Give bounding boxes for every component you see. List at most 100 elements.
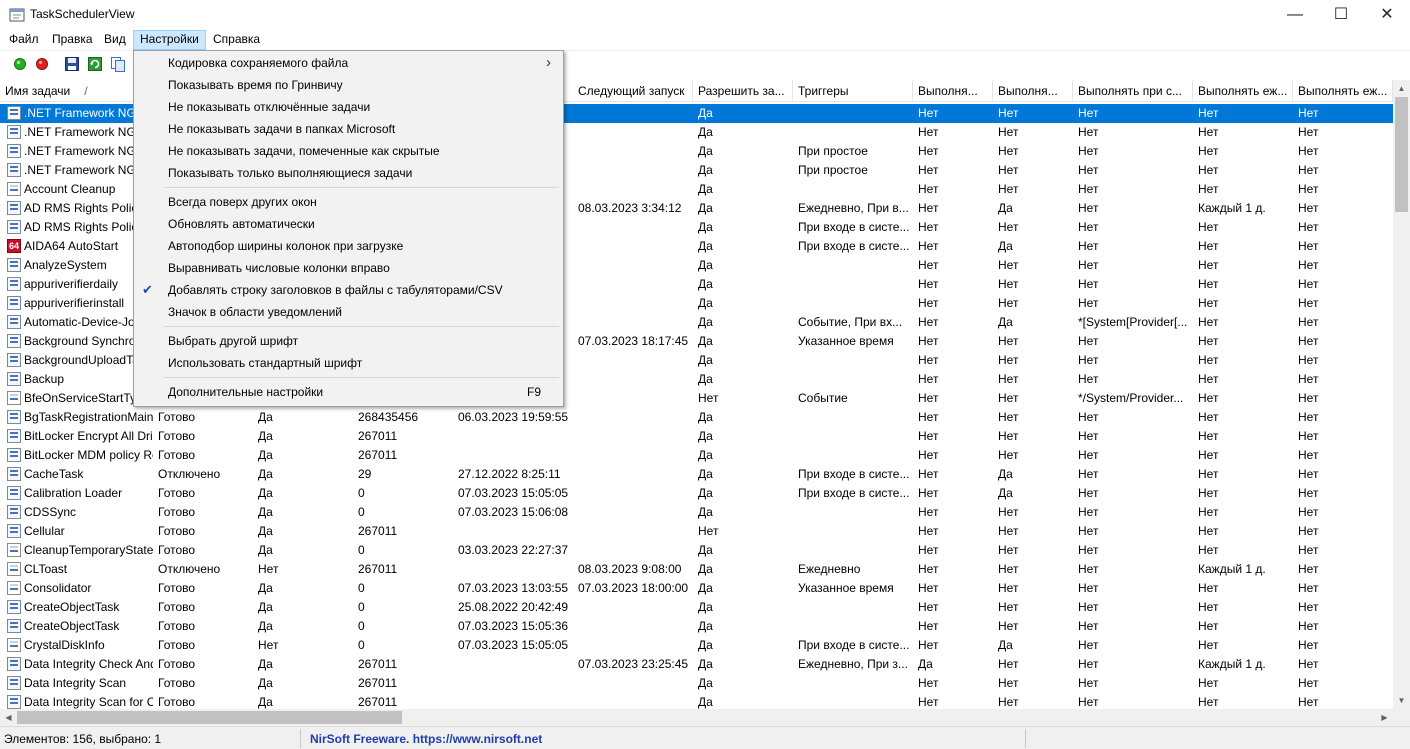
table-row[interactable]: CreateObjectTask Готово Да 0 07.03.2023 15:0…: [0, 617, 1393, 636]
cell-c8: Нет: [918, 144, 939, 158]
table-row[interactable]: CrystalDiskInfo Готово Нет 0 07.03.2023 15:0…: [0, 636, 1393, 655]
column-header-c11[interactable]: Выполнять еж...: [1193, 80, 1293, 102]
cell-next: 07.03.2023 18:00:00: [578, 581, 689, 595]
cell-next: [574, 256, 694, 275]
table-row[interactable]: Consolidator Готово Да 0 07.03.2023 13:03:55…: [0, 579, 1393, 598]
cell-result: 0: [358, 543, 365, 557]
menu-item-auto-size-columns[interactable]: Автоподбор ширины колонок при загрузке: [136, 235, 561, 257]
menu-view[interactable]: Вид: [98, 30, 132, 50]
menu-item-hide-hidden[interactable]: Не показывать задачи, помеченные как скр…: [136, 140, 561, 162]
cell-allow: Да: [698, 334, 713, 348]
cell-c9: Нет: [998, 543, 1019, 557]
cell-c11: Каждый 1 д.: [1198, 657, 1266, 671]
cell-c9: Да: [998, 486, 1013, 500]
menu-help[interactable]: Справка: [207, 30, 266, 50]
menu-item-choose-font[interactable]: Выбрать другой шрифт: [136, 330, 561, 352]
column-header-next-run[interactable]: Следующий запуск: [573, 80, 693, 102]
column-header-allow[interactable]: Разрешить за...: [693, 80, 793, 102]
table-row[interactable]: Data Integrity Scan Готово Да 267011 Да Нет Не…: [0, 674, 1393, 693]
table-row[interactable]: BitLocker Encrypt All Drives Готово Да 2670…: [0, 427, 1393, 446]
cell-c9: Нет: [998, 220, 1019, 234]
column-header-c9[interactable]: Выполня...: [993, 80, 1073, 102]
column-header-c12[interactable]: Выполнять еж...: [1293, 80, 1393, 102]
menu-item-hide-microsoft[interactable]: Не показывать задачи в папках Microsoft: [136, 118, 561, 140]
cell-c12: Нет: [1298, 600, 1319, 614]
cell-triggers: [794, 693, 914, 709]
menu-options[interactable]: Настройки: [133, 30, 206, 50]
maximize-button[interactable]: ☐: [1318, 0, 1364, 30]
horizontal-scroll-thumb[interactable]: [17, 711, 402, 724]
cell-c10: Нет: [1078, 676, 1099, 690]
cell-c10: Нет: [1078, 277, 1099, 291]
vertical-scroll-thumb[interactable]: [1395, 97, 1408, 212]
title-bar: TaskSchedulerView — ☐ ✕: [0, 0, 1410, 30]
column-header-triggers[interactable]: Триггеры: [793, 80, 913, 102]
menu-item-gmt-time[interactable]: Показывать время по Гринвичу: [136, 74, 561, 96]
horizontal-scrollbar[interactable]: ◀ ▶: [0, 709, 1393, 726]
cell-c12: Нет: [1298, 505, 1319, 519]
save-icon[interactable]: [64, 56, 80, 72]
table-row[interactable]: CleanupTemporaryState Готово Да 0 03.03.2023…: [0, 541, 1393, 560]
minimize-button[interactable]: —: [1272, 0, 1318, 30]
cell-c12: Нет: [1298, 334, 1319, 348]
cell-name: CrystalDiskInfo: [24, 638, 105, 652]
column-header-c10[interactable]: Выполнять при с...: [1073, 80, 1193, 102]
cell-c8: Нет: [918, 277, 939, 291]
menu-item-default-font[interactable]: Использовать стандартный шрифт: [136, 352, 561, 374]
menu-item-advanced-options[interactable]: Дополнительные настройки F9: [136, 381, 561, 403]
table-row[interactable]: CreateObjectTask Готово Да 0 25.08.2022 20:4…: [0, 598, 1393, 617]
menu-item-right-align-numbers[interactable]: Выравнивать числовые колонки вправо: [136, 257, 561, 279]
scroll-down-icon[interactable]: ▼: [1393, 692, 1410, 709]
copy-icon[interactable]: [110, 56, 126, 72]
cell-allow: Да: [698, 676, 713, 690]
table-row[interactable]: BgTaskRegistrationMaintenanceTask Готово Д…: [0, 408, 1393, 427]
menu-item-always-on-top[interactable]: Всегда поверх других окон: [136, 191, 561, 213]
cell-last: [454, 560, 574, 579]
cell-next: [574, 427, 694, 446]
close-button[interactable]: ✕: [1364, 0, 1410, 30]
cell-c8: Нет: [918, 315, 939, 329]
cell-result: 0: [358, 505, 365, 519]
menu-item-only-running[interactable]: Показывать только выполняющиеся задачи: [136, 162, 561, 184]
cell-c8: Нет: [918, 524, 939, 538]
menu-edit[interactable]: Правка: [46, 30, 99, 50]
scroll-left-icon[interactable]: ◀: [0, 709, 17, 726]
disable-icon[interactable]: [34, 56, 50, 72]
menu-file[interactable]: Файл: [3, 30, 45, 50]
menu-item-tray-icon[interactable]: Значок в области уведомлений: [136, 301, 561, 323]
task-icon: [7, 334, 21, 348]
column-header-name[interactable]: Имя задачи /: [0, 80, 152, 102]
vertical-scrollbar[interactable]: ▲ ▼: [1393, 80, 1410, 709]
cell-name: Cellular: [24, 524, 65, 538]
table-row[interactable]: CDSSync Готово Да 0 07.03.2023 15:06:08 Да Нет…: [0, 503, 1393, 522]
refresh-icon[interactable]: [87, 56, 103, 72]
enable-icon[interactable]: [12, 56, 28, 72]
table-row[interactable]: Calibration Loader Готово Да 0 07.03.2023 15…: [0, 484, 1393, 503]
cell-c12: Нет: [1298, 410, 1319, 424]
cell-c10: *[System[Provider[...: [1078, 315, 1188, 329]
cell-c11: Нет: [1198, 638, 1219, 652]
menu-item-label: Выравнивать числовые колонки вправо: [168, 261, 390, 275]
scroll-right-icon[interactable]: ▶: [1376, 709, 1393, 726]
cell-triggers: При входе в систе...: [798, 467, 910, 481]
column-header-c8[interactable]: Выполня...: [913, 80, 993, 102]
menu-item-hide-disabled[interactable]: Не показывать отключённые задачи: [136, 96, 561, 118]
table-row[interactable]: CLToast Отключено Нет 267011 08.03.2023 9:08…: [0, 560, 1393, 579]
table-row[interactable]: CacheTask Отключено Да 29 27.12.2022 8:25:11…: [0, 465, 1393, 484]
cell-c9: Нет: [998, 581, 1019, 595]
menu-item-file-encoding[interactable]: Кодировка сохраняемого файла ›: [136, 52, 561, 74]
menu-item-auto-refresh[interactable]: Обновлять автоматически: [136, 213, 561, 235]
table-row[interactable]: Data Integrity Scan for Crash Recovery Го…: [0, 693, 1393, 709]
scroll-up-icon[interactable]: ▲: [1393, 80, 1410, 97]
table-row[interactable]: BitLocker MDM policy Refresh Готово Да 2670…: [0, 446, 1393, 465]
table-row[interactable]: Data Integrity Check And Scan Готово Да 267…: [0, 655, 1393, 674]
nirsoft-link[interactable]: NirSoft Freeware. https://www.nirsoft.ne…: [310, 732, 542, 746]
cell-result: 267011: [358, 562, 398, 576]
table-row[interactable]: Cellular Готово Да 267011 Нет Нет Нет Нет Нет Нет: [0, 522, 1393, 541]
menu-item-add-header-line[interactable]: ✔ Добавлять строку заголовков в файлы с т…: [136, 279, 561, 301]
menu-item-label: Обновлять автоматически: [168, 217, 315, 231]
cell-c12: Нет: [1298, 315, 1319, 329]
task-icon: [7, 505, 21, 519]
cell-c12: Нет: [1298, 220, 1319, 234]
cell-c9: Нет: [998, 277, 1019, 291]
